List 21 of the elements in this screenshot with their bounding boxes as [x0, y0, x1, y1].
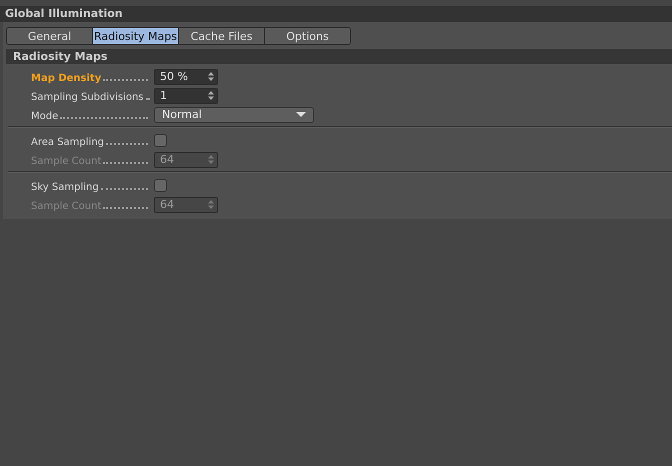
panel-title: Global Illumination	[5, 7, 123, 20]
tab[interactable]: Radiosity Maps	[93, 28, 179, 44]
field-label: Sample Count	[31, 156, 102, 166]
caret-icon	[296, 112, 306, 117]
checkbox[interactable]	[154, 134, 167, 147]
section-title: Radiosity Maps	[13, 50, 108, 63]
field-label: Sampling Subdivisions	[31, 92, 144, 102]
number-field[interactable]: 50 %	[154, 68, 218, 84]
field-label: Map Density	[31, 72, 102, 84]
mode-dropdown[interactable]: Normal	[154, 106, 314, 122]
checkbox[interactable]	[154, 179, 167, 192]
field-label: Mode	[31, 110, 58, 122]
spinner-arrows-icon[interactable]	[208, 91, 214, 100]
tab[interactable]: Cache Files	[179, 28, 265, 44]
field-label: Area Sampling	[31, 136, 104, 148]
field-label: Sky Sampling	[31, 182, 99, 192]
number-field[interactable]: 1	[154, 88, 218, 104]
field-label: Sample Count	[31, 200, 102, 212]
tab[interactable]: General	[7, 28, 93, 44]
tab[interactable]: Options	[265, 28, 350, 44]
spinner-arrows-icon[interactable]	[208, 72, 214, 81]
